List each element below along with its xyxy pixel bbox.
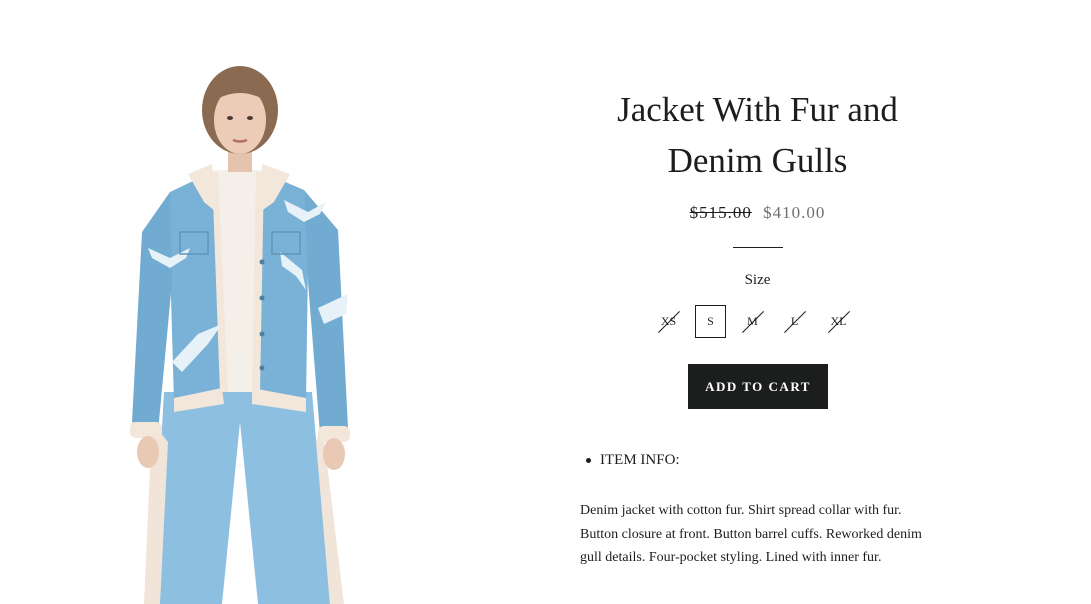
- product-description: Denim jacket with cotton fur. Shirt spre…: [580, 503, 922, 565]
- size-option-xl[interactable]: XL: [823, 305, 854, 338]
- add-to-cart-button[interactable]: ADD TO CART: [688, 364, 828, 409]
- compare-at-price: $515.00: [689, 203, 752, 222]
- size-option-m[interactable]: M: [737, 305, 768, 338]
- item-info-heading: ITEM INFO:: [600, 452, 680, 468]
- product-image[interactable]: [112, 62, 382, 604]
- product-title: Jacket With Fur and Denim Gulls: [617, 90, 898, 180]
- sale-price: $410.00: [763, 203, 826, 222]
- size-option-s[interactable]: S: [695, 305, 726, 338]
- price-block: $515.00 $410.00: [570, 203, 945, 223]
- size-option-xs[interactable]: XS: [653, 305, 684, 338]
- divider: [733, 247, 783, 248]
- product-info: Jacket With Fur and Denim Gulls $515.00 …: [570, 0, 945, 604]
- size-option-l[interactable]: L: [779, 305, 810, 338]
- model-in-denim-jacket-photo: [130, 66, 350, 604]
- bullet-icon: [586, 458, 591, 463]
- item-info-bullet: ITEM INFO:: [586, 452, 680, 469]
- size-label: Size: [744, 272, 771, 288]
